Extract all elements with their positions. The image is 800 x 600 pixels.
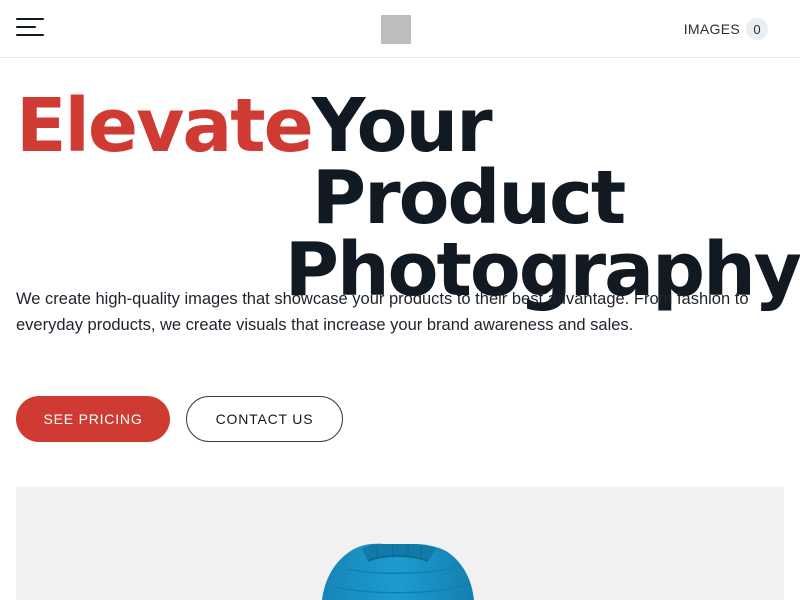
menu-line [16, 34, 44, 36]
hero-description: We create high-quality images that showc… [16, 290, 749, 334]
headline-line-1-rest: Your Product [311, 83, 626, 241]
headline-line-1: Elevate Your Product [16, 83, 800, 241]
images-cart-link[interactable]: IMAGES 0 [684, 17, 768, 41]
top-navigation-bar: IMAGES 0 [0, 0, 800, 58]
hero-product-image [16, 487, 784, 600]
blue-puffer-jacket-image [322, 543, 474, 600]
images-label: IMAGES [683, 21, 740, 37]
images-count-badge: 0 [746, 18, 768, 40]
see-pricing-button[interactable]: SEE PRICING [16, 396, 170, 442]
menu-line [16, 26, 36, 28]
contact-us-button[interactable]: CONTACT US [186, 396, 343, 442]
hamburger-menu-icon[interactable] [16, 17, 46, 37]
site-logo[interactable] [381, 15, 411, 44]
hero-headline: Elevate Your Product Photography [16, 83, 800, 307]
headline-accent-word: Elevate [16, 83, 314, 169]
menu-line [16, 18, 44, 20]
